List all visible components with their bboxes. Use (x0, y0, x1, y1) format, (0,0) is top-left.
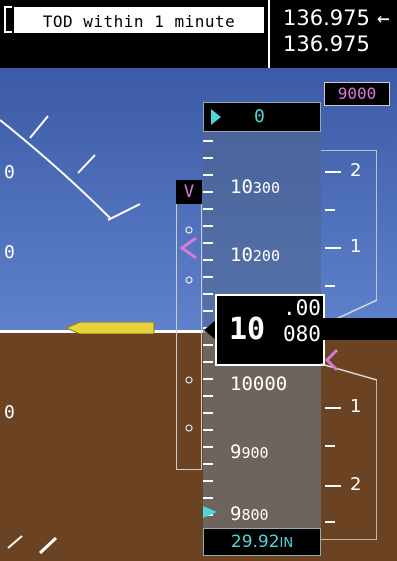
left-arrow-icon: ← (377, 6, 390, 30)
tape-tick (203, 463, 213, 465)
tape-tick (203, 242, 213, 244)
vsi-label: 2 (350, 160, 362, 181)
tape-tick (203, 480, 213, 482)
tape-tick (203, 157, 213, 159)
message-banner: TOD within 1 minute (14, 7, 264, 33)
tape-tick (203, 412, 213, 414)
com-active-frequency[interactable]: 136.975 (283, 6, 370, 30)
tape-tick (203, 361, 213, 363)
tape-tick (203, 174, 213, 176)
tape-tick (203, 395, 213, 397)
svg-text:0: 0 (4, 162, 15, 183)
vdi-dots (179, 226, 197, 432)
current-altitude-thousands: 10 (229, 312, 266, 347)
baro-min-bug-icon (203, 506, 217, 518)
baro-setting[interactable]: 29.92IN (203, 528, 321, 556)
selected-altitude-value: 0 (254, 106, 265, 127)
tape-tick (203, 140, 213, 142)
vsi-label: 1 (350, 396, 362, 417)
tape-tick (203, 310, 213, 312)
tape-tick (203, 208, 213, 210)
aircraft-symbol-icon (66, 322, 155, 334)
tape-tick (203, 429, 213, 431)
tape-tick (203, 497, 213, 499)
tape-label: 10300 (230, 176, 280, 198)
current-altitude-roll-top: .00 (283, 296, 321, 320)
tape-tick (203, 225, 213, 227)
vsi-label: 1 (350, 236, 362, 257)
tape-tick (203, 378, 213, 380)
altitude-bug-icon (211, 109, 221, 125)
tape-tick (203, 293, 213, 295)
vsi-rate-pointer (321, 318, 397, 340)
svg-text:0: 0 (4, 242, 15, 263)
tape-label: 9800 (230, 503, 269, 525)
tape-tick (203, 276, 213, 278)
message-bracket (4, 6, 12, 33)
tape-tick (203, 344, 213, 346)
tape-tick (203, 191, 213, 193)
com-standby-frequency[interactable]: 136.975 (283, 32, 370, 56)
banner-divider (268, 0, 270, 68)
vsi-target-altitude: 9000 (324, 82, 390, 106)
current-altitude-roll-bottom: 080 (283, 322, 321, 346)
roll-scale: 0 0 0 (0, 115, 141, 555)
vsi-label: 2 (350, 474, 362, 495)
tape-label: 10200 (230, 244, 280, 266)
tape-tick (203, 446, 213, 448)
vsi-scale (321, 150, 377, 540)
tape-label: 9900 (230, 441, 269, 463)
svg-text:0: 0 (4, 402, 15, 423)
tape-label: 10000 (230, 373, 288, 395)
tape-tick (203, 259, 213, 261)
